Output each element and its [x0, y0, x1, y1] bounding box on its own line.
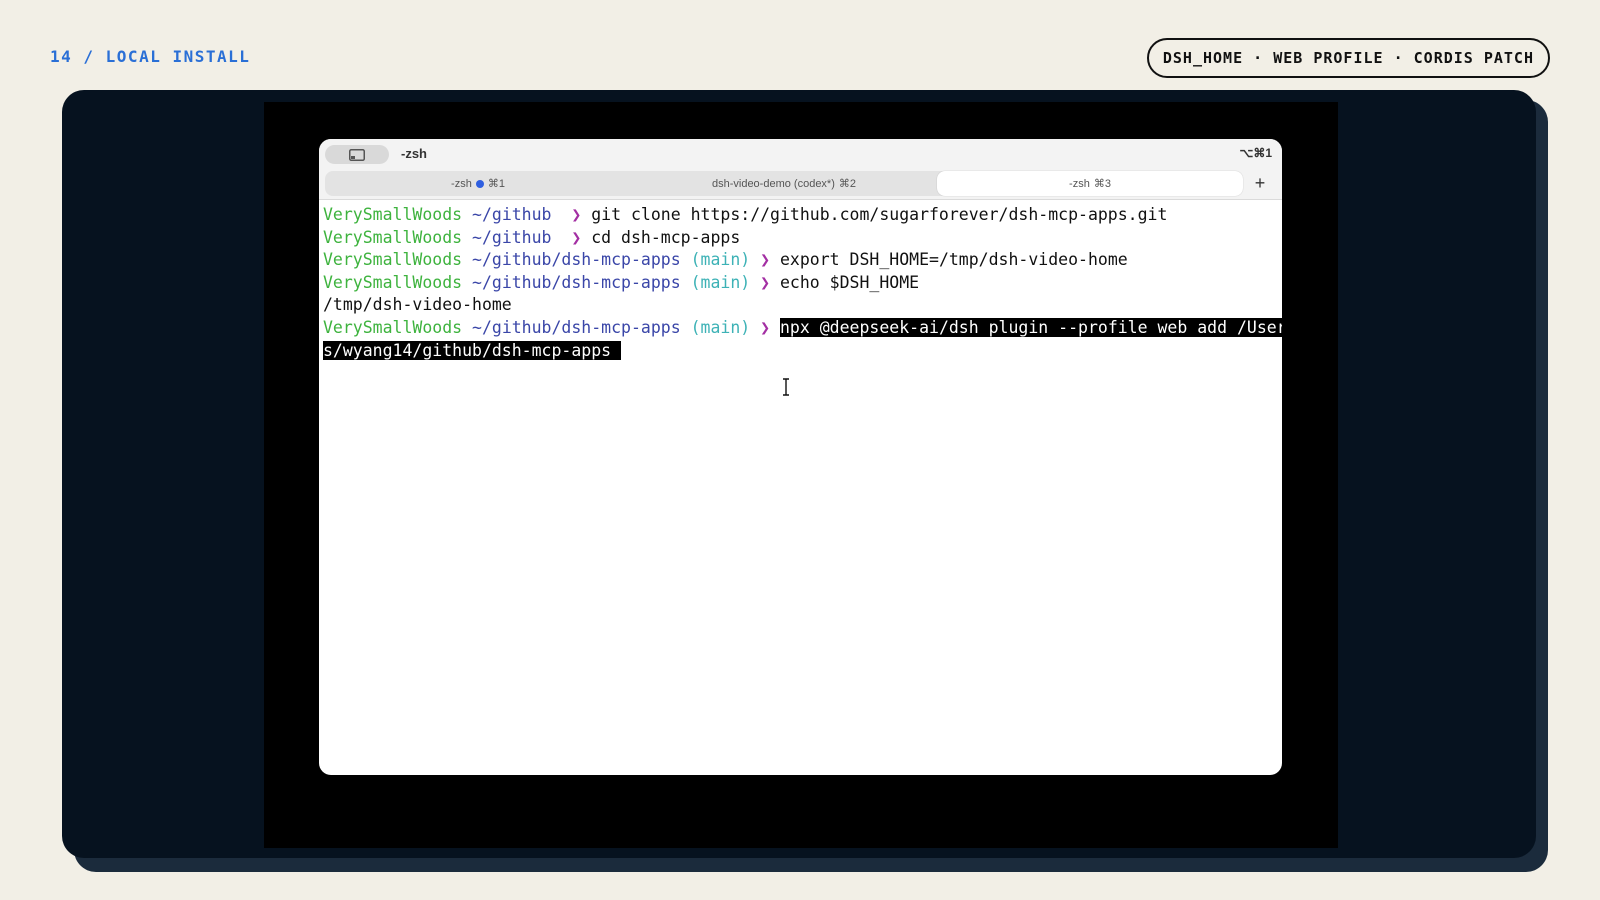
tab-group: -zsh ⌘1 dsh-video-demo (codex*) ⌘2 -zsh … — [325, 171, 1243, 196]
sidebar-toggle-button[interactable] — [325, 145, 389, 164]
command-text: git clone https://github.com/sugarforeve… — [591, 205, 1168, 224]
output-line: s/wyang14/github/dsh-mcp-apps — [323, 340, 1277, 363]
tab-shortcut: ⌘3 — [1093, 178, 1111, 190]
window-title: -zsh — [401, 146, 427, 161]
prompt-branch: (main) — [690, 250, 751, 270]
prompt-line: VerySmallWoods ~/github/dsh-mcp-apps (ma… — [323, 249, 1277, 272]
prompt-host: VerySmallWoods — [323, 272, 463, 292]
tab-shortcut: ⌘2 — [838, 178, 856, 190]
sidebar-icon — [349, 148, 365, 161]
selected-command-text: npx @deepseek-ai/dsh plugin --profile we… — [780, 317, 1282, 337]
prompt-line: VerySmallWoods ~/github/dsh-mcp-apps (ma… — [323, 272, 1277, 295]
prompt-path: ~/github — [472, 205, 552, 224]
prompt-host: VerySmallWoods — [323, 250, 463, 270]
selected-command-text: s/wyang14/github/dsh-mcp-apps — [323, 340, 622, 360]
command-text: cd dsh-mcp-apps — [591, 227, 741, 247]
command-text: echo $DSH_HOME — [780, 272, 920, 292]
prompt-arrow: ❯ — [760, 272, 771, 292]
tab-title: -zsh — [1069, 177, 1090, 190]
prompt-line: VerySmallWoods ~/github ❯ cd dsh-mcp-app… — [323, 227, 1277, 250]
tab-zsh-3[interactable]: -zsh ⌘3 — [937, 171, 1243, 196]
prompt-branch: (main) — [690, 317, 751, 337]
topic-pill: DSH_HOME · WEB PROFILE · CORDIS PATCH — [1146, 38, 1550, 78]
prompt-host: VerySmallWoods — [323, 317, 463, 337]
prompt-host: VerySmallWoods — [323, 227, 463, 247]
slide-section-label: 14 / LOCAL INSTALL — [50, 47, 251, 66]
terminal-window: -zsh ⌥⌘1 -zsh ⌘1 dsh-video-demo (codex*)… — [319, 139, 1282, 775]
terminal-titlebar: -zsh ⌥⌘1 — [319, 139, 1282, 169]
prompt-line: VerySmallWoods ~/github/dsh-mcp-apps (ma… — [323, 317, 1282, 340]
terminal-output[interactable]: VerySmallWoods ~/github ❯ git clone http… — [319, 200, 1282, 362]
tab-title: -zsh — [451, 177, 472, 190]
text-cursor-icon — [783, 378, 789, 396]
tab-zsh-1[interactable]: -zsh ⌘1 — [325, 171, 631, 196]
prompt-path: ~/github/dsh-mcp-apps — [472, 272, 681, 292]
tab-dsh-video-demo[interactable]: dsh-video-demo (codex*) ⌘2 — [631, 171, 937, 196]
tab-shortcut: ⌘1 — [487, 178, 505, 190]
prompt-arrow: ❯ — [760, 250, 771, 270]
new-tab-button[interactable]: + — [1248, 171, 1272, 196]
window-shortcut: ⌥⌘1 — [1239, 146, 1272, 160]
prompt-arrow: ❯ — [571, 205, 582, 224]
prompt-host: VerySmallWoods — [323, 205, 463, 224]
prompt-line: VerySmallWoods ~/github ❯ git clone http… — [323, 204, 1277, 227]
prompt-path: ~/github/dsh-mcp-apps — [472, 317, 681, 337]
activity-dot-icon — [475, 179, 484, 188]
tab-bar: -zsh ⌘1 dsh-video-demo (codex*) ⌘2 -zsh … — [319, 169, 1282, 200]
output-line: /tmp/dsh-video-home — [323, 295, 512, 315]
prompt-path: ~/github — [472, 227, 552, 247]
prompt-path: ~/github/dsh-mcp-apps — [472, 250, 681, 270]
prompt-branch: (main) — [690, 272, 751, 292]
prompt-arrow: ❯ — [571, 227, 582, 247]
command-text: export DSH_HOME=/tmp/dsh-video-home — [780, 250, 1128, 270]
tab-title: dsh-video-demo (codex*) — [711, 177, 835, 190]
prompt-arrow: ❯ — [760, 317, 771, 337]
